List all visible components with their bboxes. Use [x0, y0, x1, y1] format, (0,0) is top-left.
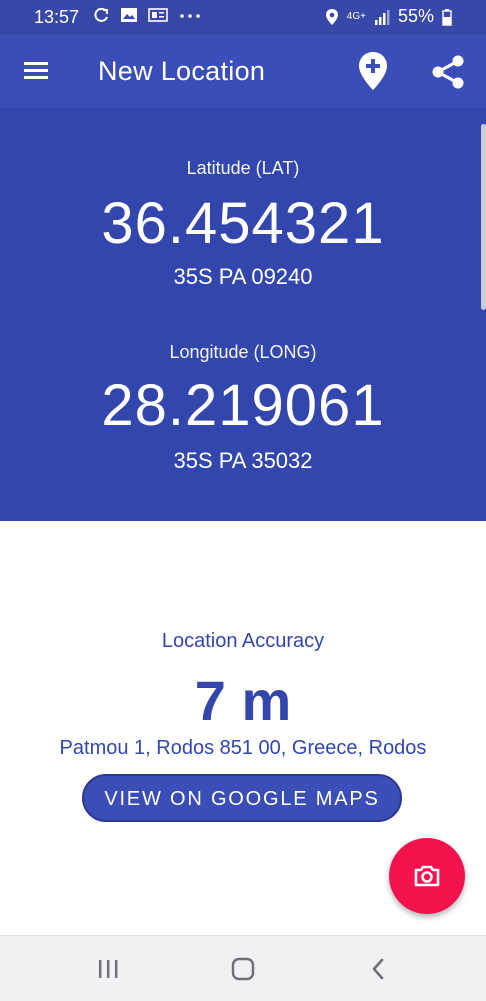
home-icon	[231, 957, 255, 981]
add-location-button[interactable]	[356, 50, 390, 92]
image-icon	[121, 8, 137, 22]
page-title: New Location	[98, 56, 266, 86]
system-nav-bar	[0, 935, 486, 1001]
camera-fab-button[interactable]	[389, 838, 465, 914]
longitude-value: 28.219061	[101, 373, 385, 438]
latitude-label: Latitude (LAT)	[186, 158, 300, 178]
view-on-google-maps-button[interactable]: VIEW ON GOOGLE MAPS	[82, 774, 402, 822]
menu-icon	[24, 62, 48, 79]
add-location-icon	[359, 52, 387, 90]
status-right-icons: 4G+ 55%	[325, 6, 452, 27]
network-type: 4G+	[346, 10, 366, 22]
longitude-mgrs: 35S PA 35032	[173, 448, 313, 473]
latitude-value: 36.454321	[101, 191, 385, 256]
scrollbar[interactable]	[481, 124, 486, 310]
location-icon	[325, 8, 338, 25]
status-left-icons	[92, 6, 202, 24]
menu-button[interactable]	[20, 56, 56, 86]
recent-apps-button[interactable]	[88, 954, 128, 984]
share-button[interactable]	[428, 52, 468, 92]
status-bar: 13:57 4G+ 55%	[0, 0, 486, 34]
app-bar: New Location	[0, 34, 486, 108]
status-time: 13:57	[34, 7, 80, 27]
sync-icon	[94, 7, 108, 22]
battery-icon	[442, 8, 452, 26]
share-icon	[432, 55, 464, 89]
back-icon	[372, 958, 384, 980]
news-icon	[148, 8, 168, 22]
address-text: Patmou 1, Rodos 851 00, Greece, Rodos	[59, 737, 427, 759]
latitude-mgrs: 35S PA 09240	[173, 264, 313, 289]
camera-icon	[414, 865, 440, 887]
more-dots-icon	[180, 14, 200, 18]
coordinates-panel: Latitude (LAT) 36.454321 35S PA 09240 Lo…	[0, 108, 486, 521]
accuracy-label: Location Accuracy	[161, 630, 325, 652]
recent-apps-icon	[99, 960, 118, 978]
accuracy-value: 7 m	[194, 669, 292, 732]
battery-percent: 55%	[397, 6, 434, 26]
home-button[interactable]	[223, 954, 263, 984]
longitude-label: Longitude (LONG)	[169, 342, 317, 362]
signal-icon	[374, 9, 390, 25]
back-button[interactable]	[358, 954, 398, 984]
